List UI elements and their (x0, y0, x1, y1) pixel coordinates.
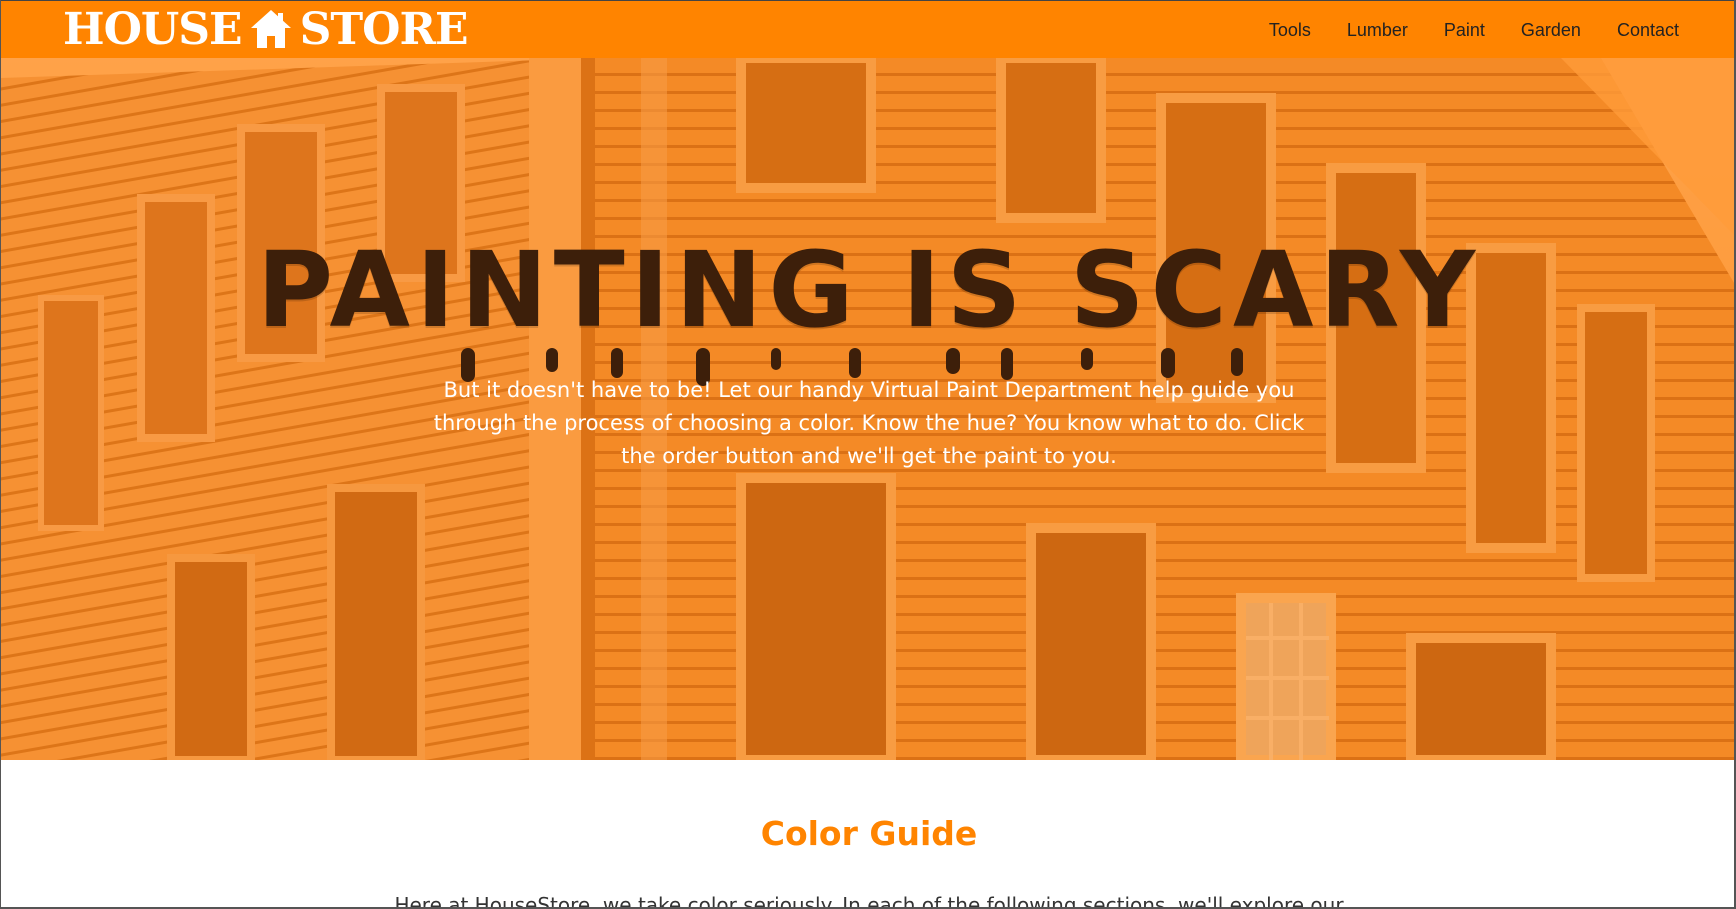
hero-content: PAINTING IS SCARY But it doesn't have to (1, 58, 1734, 760)
logo-text-house: HOUSE (63, 4, 243, 55)
site-logo[interactable]: HOUSE STORE (63, 4, 469, 55)
logo-text-store: STORE (299, 4, 469, 55)
house-icon (250, 8, 292, 52)
nav-link-lumber[interactable]: Lumber (1347, 20, 1408, 41)
hero-title: PAINTING IS SCARY (256, 229, 1482, 351)
main-nav: Tools Lumber Paint Garden Contact (1233, 1, 1679, 59)
color-guide-intro: Here at HouseStore, we take color seriou… (394, 893, 1344, 909)
top-navbar: HOUSE STORE Tools Lumber Paint Garden Co… (1, 0, 1734, 59)
nav-link-contact[interactable]: Contact (1617, 20, 1679, 41)
color-guide-title: Color Guide (760, 814, 978, 853)
nav-link-paint[interactable]: Paint (1444, 20, 1485, 41)
hero-section: PAINTING IS SCARY But it doesn't have to (1, 58, 1734, 760)
nav-link-tools[interactable]: Tools (1269, 20, 1311, 41)
nav-link-garden[interactable]: Garden (1521, 20, 1581, 41)
page: HOUSE STORE Tools Lumber Paint Garden Co… (0, 0, 1736, 909)
hero-description: But it doesn't have to be! Let our handy… (433, 378, 1305, 468)
